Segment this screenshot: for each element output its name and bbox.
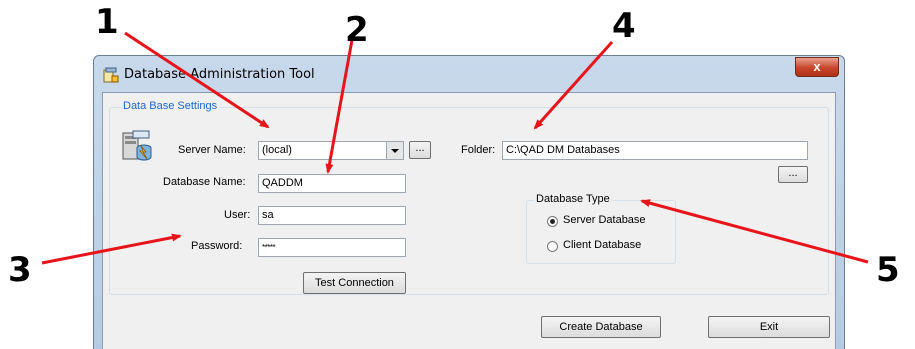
callout-number-4: 4 — [612, 6, 636, 46]
callout-arrow-5 — [640, 199, 869, 264]
callout-number-2: 2 — [345, 10, 369, 50]
callout-number-5: 5 — [876, 250, 900, 290]
callout-arrow-2 — [325, 39, 354, 174]
callout-number-1: 1 — [95, 2, 119, 42]
callout-arrow-1 — [124, 31, 270, 129]
callout-arrows — [41, 31, 869, 265]
callout-number-3: 3 — [8, 250, 32, 290]
callout-arrow-4 — [533, 40, 614, 130]
callout-arrow-3 — [41, 233, 182, 265]
